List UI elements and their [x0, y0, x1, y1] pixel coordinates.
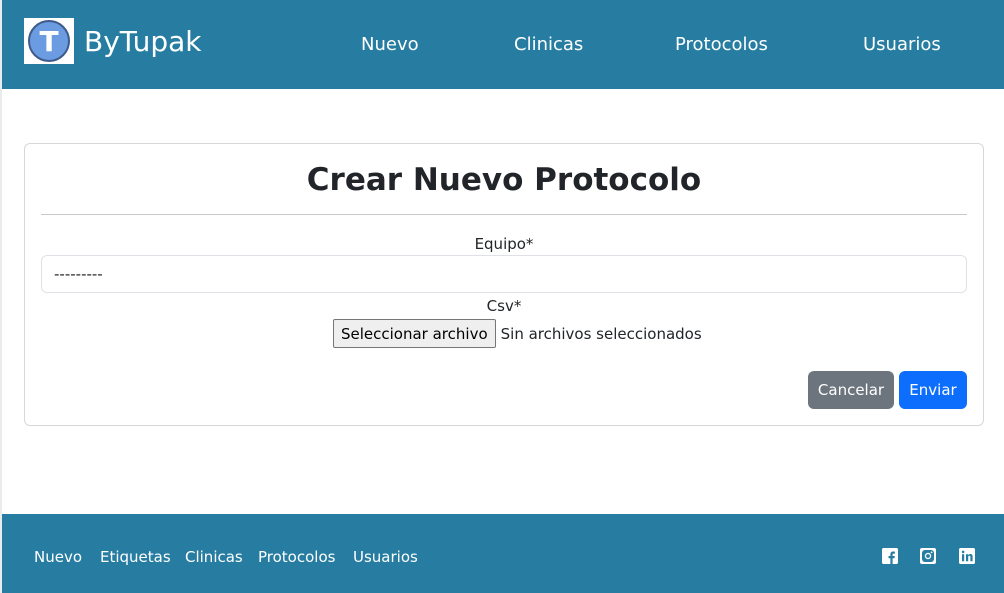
- logo-letter: T: [28, 20, 70, 62]
- footer-link-etiquetas[interactable]: Etiquetas: [100, 548, 171, 566]
- footer-link-protocolos[interactable]: Protocolos: [258, 548, 335, 566]
- brand-link[interactable]: T ByTupak: [24, 18, 202, 64]
- facebook-icon[interactable]: [882, 548, 898, 564]
- equipo-selected-value: ---------: [54, 265, 103, 283]
- submit-button[interactable]: Enviar: [899, 371, 967, 409]
- cancel-button[interactable]: Cancelar: [808, 371, 894, 409]
- nav-clinicas[interactable]: Clinicas: [514, 34, 583, 55]
- footer-link-nuevo[interactable]: Nuevo: [34, 548, 82, 566]
- file-status: Sin archivos seleccionados: [500, 324, 702, 343]
- csv-file-input[interactable]: Seleccionar archivo Sin archivos selecci…: [333, 319, 702, 348]
- site-footer: Nuevo Etiquetas Clinicas Protocolos Usua…: [2, 514, 1004, 593]
- nav-protocolos[interactable]: Protocolos: [675, 34, 768, 55]
- linkedin-icon[interactable]: [959, 548, 975, 564]
- equipo-label: Equipo*: [474, 235, 534, 253]
- title-divider: [41, 214, 967, 215]
- brand-name: ByTupak: [84, 24, 202, 58]
- site-header: T ByTupak Nuevo Clinicas Protocolos Usua…: [2, 0, 1004, 89]
- instagram-icon[interactable]: [920, 548, 936, 564]
- nav-usuarios[interactable]: Usuarios: [863, 34, 941, 55]
- protocol-form-card: Crear Nuevo Protocolo Equipo* --------- …: [24, 143, 984, 426]
- choose-file-button[interactable]: Seleccionar archivo: [333, 319, 496, 348]
- brand-logo: T: [24, 18, 74, 64]
- csv-label: Csv*: [486, 297, 522, 315]
- footer-link-clinicas[interactable]: Clinicas: [185, 548, 243, 566]
- page-title: Crear Nuevo Protocolo: [306, 162, 702, 198]
- footer-link-usuarios[interactable]: Usuarios: [353, 548, 418, 566]
- equipo-select[interactable]: ---------: [41, 255, 967, 293]
- nav-nuevo[interactable]: Nuevo: [361, 34, 419, 55]
